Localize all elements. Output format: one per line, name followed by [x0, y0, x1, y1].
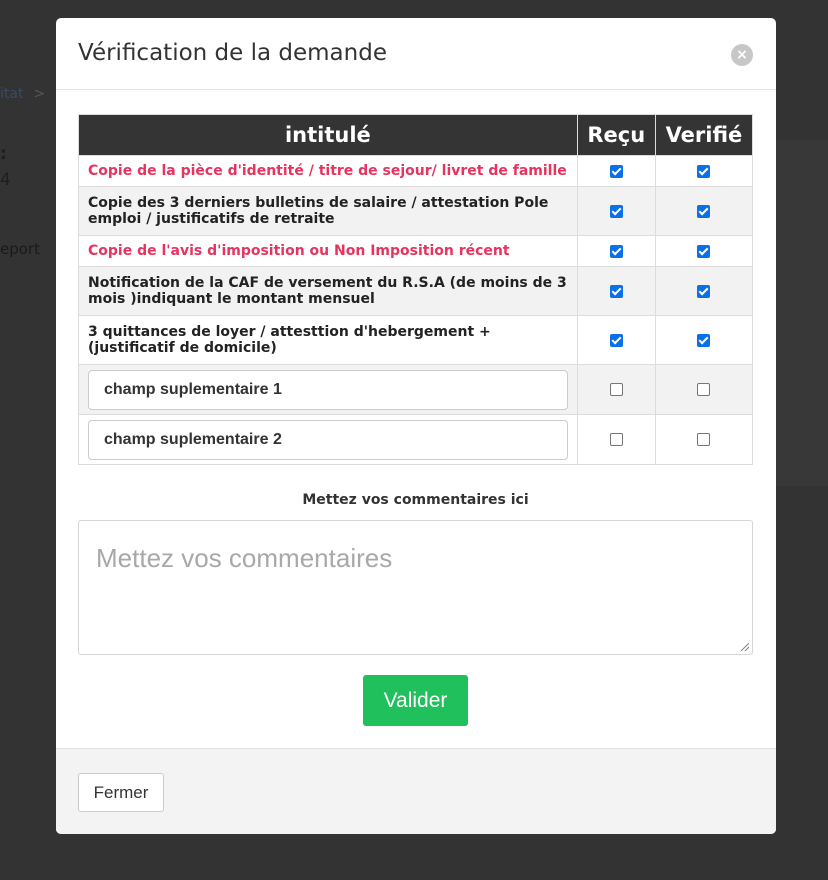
background-number: 4	[0, 170, 11, 190]
verifie-checkbox[interactable]	[697, 204, 711, 218]
header-intitule: intitulé	[78, 114, 578, 156]
verifie-cell	[654, 155, 754, 187]
recu-checkbox[interactable]	[609, 284, 623, 298]
table-row: 3 quittances de loyer / attesttion d'heb…	[78, 315, 754, 365]
recu-checkbox[interactable]	[609, 164, 623, 178]
comment-label: Mettez vos commentaires ici	[302, 492, 529, 508]
background-breadcrumb-separator: >	[33, 86, 46, 102]
verifie-cell	[654, 414, 754, 465]
modal-header: Vérification de la demande ×	[56, 18, 776, 90]
document-label: Copie des 3 derniers bulletins de salair…	[78, 186, 578, 236]
document-label: Copie de la pièce d'identité / titre de …	[78, 155, 578, 187]
background-breadcrumb-link: itat	[0, 86, 24, 102]
close-icon[interactable]: ×	[731, 44, 753, 66]
table-row: Copie de l'avis d'imposition ou Non Impo…	[78, 235, 754, 267]
verifie-checkbox[interactable]	[697, 244, 711, 258]
recu-checkbox[interactable]	[609, 204, 623, 218]
table-row: Copie de la pièce d'identité / titre de …	[78, 155, 754, 187]
verifie-cell	[654, 186, 754, 236]
extra-field-cell: champ suplementaire 1	[78, 364, 578, 415]
comment-placeholder: Mettez vos commentaires	[96, 543, 393, 573]
verifie-cell	[654, 235, 754, 267]
valider-button[interactable]: Valider	[363, 675, 468, 726]
comment-textarea[interactable]: Mettez vos commentaires	[78, 520, 753, 655]
recu-cell	[576, 235, 656, 267]
verifie-checkbox[interactable]	[697, 383, 711, 396]
background-report-text: eport	[0, 240, 40, 258]
recu-cell	[576, 155, 656, 187]
verifie-checkbox[interactable]	[697, 333, 711, 347]
extra-field-cell: champ suplementaire 2	[78, 414, 578, 465]
recu-checkbox[interactable]	[609, 244, 623, 258]
table-row: champ suplementaire 1	[78, 364, 754, 415]
document-label: Notification de la CAF de versement du R…	[78, 266, 578, 316]
document-label: 3 quittances de loyer / attesttion d'heb…	[78, 315, 578, 365]
background-panel	[776, 140, 828, 486]
recu-cell	[576, 266, 656, 316]
recu-checkbox[interactable]	[609, 333, 623, 347]
resize-handle-icon[interactable]	[741, 643, 749, 651]
verifie-cell	[654, 266, 754, 316]
header-verifie: Verifié	[654, 114, 754, 156]
extra-field-input[interactable]: champ suplementaire 2	[88, 419, 568, 460]
table-row: champ suplementaire 2	[78, 414, 754, 465]
modal-body: intitulé Reçu Verifié Copie de la pièce …	[78, 114, 754, 726]
extra-field-input[interactable]: champ suplementaire 1	[88, 369, 568, 410]
recu-checkbox[interactable]	[609, 433, 623, 446]
table-row: Notification de la CAF de versement du R…	[78, 266, 754, 316]
recu-cell	[576, 364, 656, 415]
fermer-button[interactable]: Fermer	[78, 773, 164, 812]
recu-checkbox[interactable]	[609, 383, 623, 396]
verifie-checkbox[interactable]	[697, 433, 711, 446]
verification-modal: Vérification de la demande × intitulé Re…	[56, 18, 776, 834]
background-colon: :	[0, 144, 7, 164]
document-label: Copie de l'avis d'imposition ou Non Impo…	[78, 235, 578, 267]
recu-cell	[576, 186, 656, 236]
modal-footer: Fermer	[56, 748, 776, 834]
verifie-checkbox[interactable]	[697, 164, 711, 178]
background-breadcrumb: itat >	[0, 86, 45, 102]
verifie-checkbox[interactable]	[697, 284, 711, 298]
table-row: Copie des 3 derniers bulletins de salair…	[78, 186, 754, 236]
modal-title: Vérification de la demande	[78, 40, 387, 66]
recu-cell	[576, 315, 656, 365]
verifie-cell	[654, 364, 754, 415]
verifie-cell	[654, 315, 754, 365]
documents-table: intitulé Reçu Verifié Copie de la pièce …	[78, 114, 754, 465]
recu-cell	[576, 414, 656, 465]
header-recu: Reçu	[576, 114, 656, 156]
